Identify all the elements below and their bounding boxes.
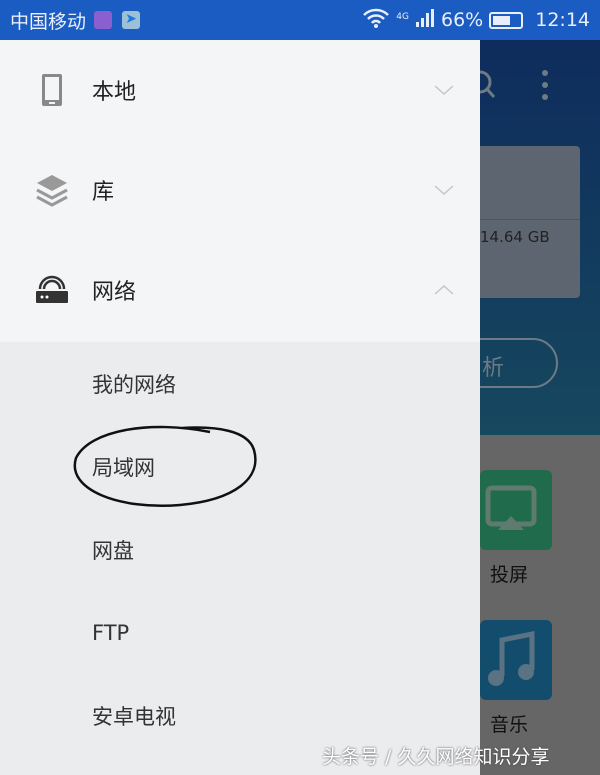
battery-percent: 66%	[441, 9, 484, 31]
music-label: 音乐	[490, 714, 529, 736]
network-sub-my-network[interactable]: 我的网络	[0, 342, 480, 425]
drawer-item-label: 库	[92, 180, 115, 205]
drawer-item-network[interactable]: 网络	[0, 240, 480, 340]
music-tile-icon[interactable]	[480, 620, 552, 700]
network-sub-ftp[interactable]: FTP	[0, 591, 480, 674]
more-menu-icon[interactable]	[538, 68, 552, 104]
wifi-icon	[362, 8, 390, 33]
router-icon	[32, 275, 72, 305]
network-sub-lan[interactable]: 局域网	[0, 425, 480, 508]
network-type: 4G	[396, 11, 409, 22]
drawer-item-label: 本地	[92, 80, 137, 105]
battery-icon	[489, 11, 524, 29]
phone-icon	[32, 73, 72, 107]
clock: 12:14	[535, 9, 590, 31]
carrier: 中国移动	[10, 10, 87, 33]
signal-icon	[415, 8, 435, 33]
navigation-drawer: 本地 库 网络 我的网络 局域网 网盘 FTP 安卓电视	[0, 40, 480, 775]
gallery-notification-icon	[94, 11, 113, 29]
chevron-up-icon[interactable]	[434, 280, 454, 300]
drawer-item-label: 网络	[92, 280, 137, 305]
send-notification-icon: ➤	[122, 11, 141, 29]
drawer-item-library[interactable]: 库	[0, 140, 480, 240]
cast-tile-icon[interactable]	[480, 470, 552, 550]
status-bar: 中国移动 ➤ 4G 66% 12:14	[0, 0, 600, 40]
cast-label: 投屏	[490, 564, 529, 586]
storage-size: 14.64 GB	[480, 228, 550, 246]
chevron-down-icon[interactable]	[434, 80, 454, 100]
watermark: 头条号 / 久久网络知识分享	[322, 746, 550, 768]
layers-icon	[32, 173, 72, 207]
chevron-down-icon[interactable]	[434, 180, 454, 200]
drawer-item-local[interactable]: 本地	[0, 40, 480, 140]
network-sub-cloud[interactable]: 网盘	[0, 508, 480, 591]
